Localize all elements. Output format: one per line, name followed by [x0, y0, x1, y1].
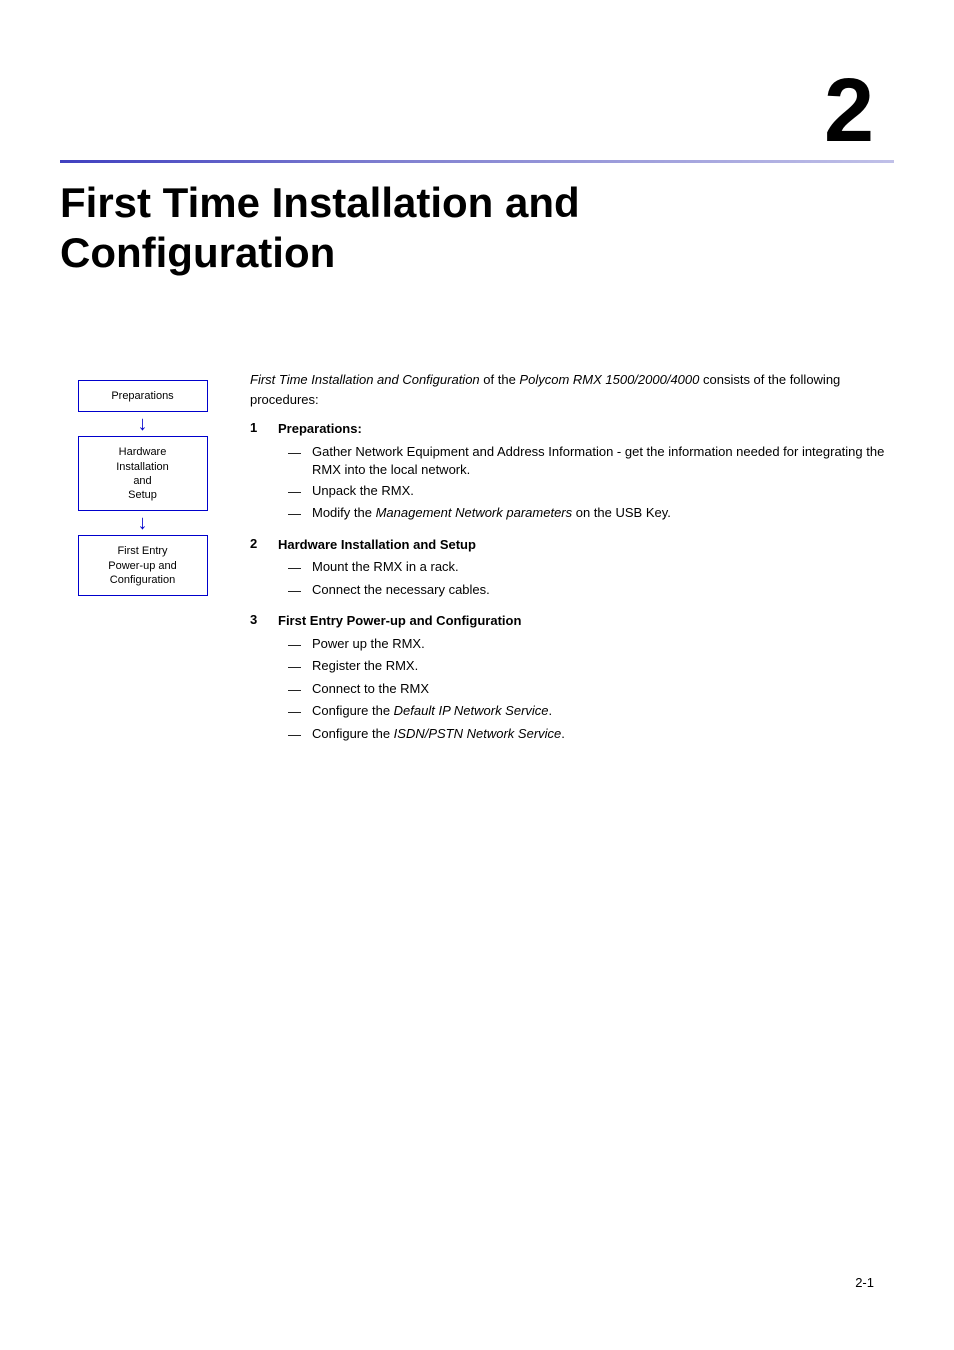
bullet-3-1: — Power up the RMX.	[278, 635, 894, 655]
intro-italic-product: Polycom RMX 1500/2000/4000	[519, 372, 699, 387]
chapter-number: 2	[824, 60, 874, 163]
content-area: Preparations ↓ Hardware Installation and…	[60, 370, 894, 755]
bullet-3-5: — Configure the ISDN/PSTN Network Servic…	[278, 725, 894, 745]
intro-paragraph: First Time Installation and Configuratio…	[250, 370, 894, 409]
flow-arrow-1: ↓	[60, 414, 225, 434]
page-number: 2-1	[855, 1275, 874, 1290]
bullet-1-1: — Gather Network Equipment and Address I…	[278, 443, 894, 479]
procedure-3: 3 First Entry Power-up and Configuration…	[250, 611, 894, 747]
procedure-2-content: Hardware Installation and Setup — Mount …	[278, 535, 894, 604]
procedure-1-number: 1	[250, 419, 278, 527]
flow-diagram: Preparations ↓ Hardware Installation and…	[60, 380, 225, 596]
text-area: First Time Installation and Configuratio…	[250, 370, 894, 747]
procedure-1: 1 Preparations: — Gather Network Equipme…	[250, 419, 894, 527]
flow-box-firstentry: First Entry Power-up and Configuration	[78, 535, 208, 596]
procedure-2: 2 Hardware Installation and Setup — Moun…	[250, 535, 894, 604]
procedure-3-number: 3	[250, 611, 278, 747]
bullet-3-2: — Register the RMX.	[278, 657, 894, 677]
bullet-2-1: — Mount the RMX in a rack.	[278, 558, 894, 578]
chapter-title: First Time Installation andConfiguration	[60, 178, 894, 279]
flow-box-preparations: Preparations	[78, 380, 208, 412]
flow-box-hardware: Hardware Installation and Setup	[78, 436, 208, 511]
bullet-3-4: — Configure the Default IP Network Servi…	[278, 702, 894, 722]
procedure-2-number: 2	[250, 535, 278, 604]
procedure-2-header: Hardware Installation and Setup	[278, 535, 894, 555]
bullet-3-3: — Connect to the RMX	[278, 680, 894, 700]
bullet-1-2: — Unpack the RMX.	[278, 482, 894, 502]
procedure-3-header: First Entry Power-up and Configuration	[278, 611, 894, 631]
procedure-1-content: Preparations: — Gather Network Equipment…	[278, 419, 894, 527]
top-rule	[60, 160, 894, 163]
bullet-1-3: — Modify the Management Network paramete…	[278, 504, 894, 524]
flow-arrow-2: ↓	[60, 513, 225, 533]
intro-italic-title: First Time Installation and Configuratio…	[250, 372, 480, 387]
bullet-2-2: — Connect the necessary cables.	[278, 581, 894, 601]
procedure-3-content: First Entry Power-up and Configuration —…	[278, 611, 894, 747]
procedure-1-header: Preparations:	[278, 419, 894, 439]
